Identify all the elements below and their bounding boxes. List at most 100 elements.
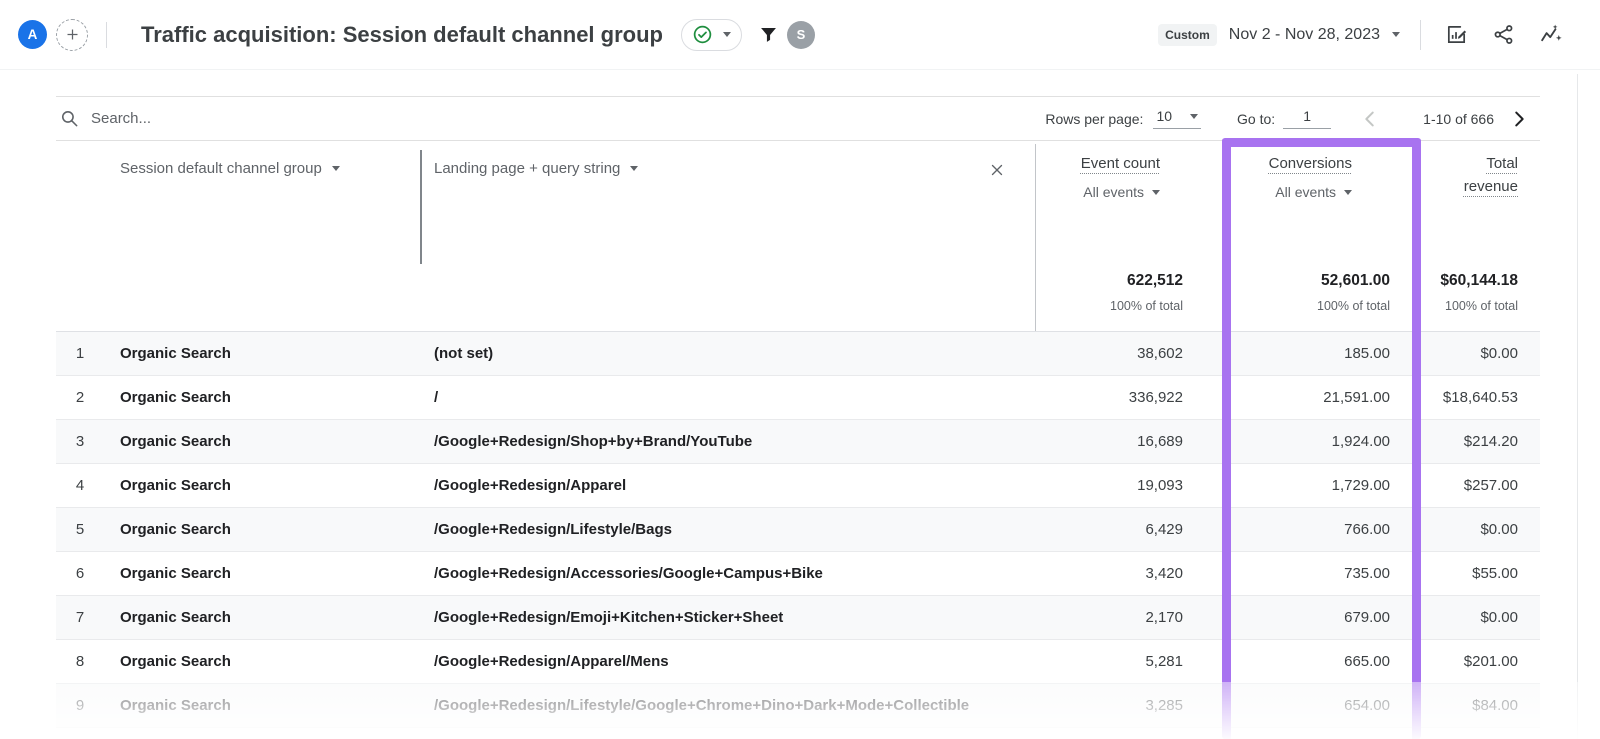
- totals-percent: 100% of total: [1110, 299, 1183, 313]
- rows-per-page-label: Rows per page:: [1045, 111, 1143, 127]
- channel-group-cell: Organic Search: [120, 552, 231, 595]
- totals-event-count: 622,512 100% of total: [1110, 272, 1183, 313]
- totals-value: $60,144.18: [1440, 272, 1518, 290]
- totals-value: 52,601.00: [1321, 272, 1390, 290]
- channel-group-cell: Organic Search: [120, 684, 231, 727]
- row-index-cell: 3: [56, 420, 104, 463]
- event-count-cell: 3,420: [1145, 552, 1183, 595]
- share-report-button[interactable]: [1492, 23, 1515, 46]
- table-row: 7 Organic Search/Google+Redesign/Emoji+Ki…: [56, 596, 1540, 640]
- rows-per-page-select[interactable]: 10: [1153, 108, 1201, 129]
- row-index-cell: 1: [56, 332, 104, 375]
- date-range-selector[interactable]: Nov 2 - Nov 28, 2023: [1229, 26, 1380, 44]
- check-circle-icon: [692, 24, 713, 45]
- table-row: 9Organic Search/Google+Redesign/Lifestyl…: [56, 684, 1540, 728]
- conversions-cell: 1,924.00: [1332, 420, 1390, 463]
- metric-event-filter-label: All events: [1275, 184, 1336, 200]
- landing-page-cell: /Google+Redesign/Lifestyle/Google+Chrome…: [434, 684, 969, 727]
- dimension-header-label: Session default channel group: [120, 160, 322, 177]
- table-body: 1Organic Search(not set)38,602185.00$0.0…: [56, 332, 1540, 728]
- table-row: 2Organic Search/336,92221,591.00$18,640.…: [56, 376, 1540, 420]
- metric-header-conversions[interactable]: Conversions All events: [1269, 152, 1352, 200]
- dimension-header-channel-group[interactable]: Session default channel group: [120, 160, 340, 177]
- go-to-label: Go to:: [1237, 111, 1275, 127]
- search-icon: [60, 109, 79, 128]
- channel-group-cell: Organic Search: [120, 596, 231, 639]
- go-to-page-input[interactable]: [1283, 108, 1331, 129]
- row-index-cell: 2: [56, 376, 104, 419]
- metric-title: Event count: [1081, 152, 1160, 175]
- search-box[interactable]: [60, 109, 371, 128]
- total-revenue-cell: $257.00: [1464, 464, 1518, 507]
- remove-dimension-button[interactable]: [988, 161, 1006, 179]
- event-count-cell: 2,170: [1145, 596, 1183, 639]
- event-count-cell: 6,429: [1145, 508, 1183, 551]
- dimension-header-label: Landing page + query string: [434, 160, 620, 177]
- pagination-controls: Rows per page: 10 Go to: 1-10 of 666: [1045, 108, 1530, 130]
- chevron-down-icon: [332, 166, 340, 171]
- table-row: 8Organic Search/Google+Redesign/Apparel/…: [56, 640, 1540, 684]
- date-range-type-badge: Custom: [1158, 24, 1217, 46]
- landing-page-cell: /: [434, 376, 438, 419]
- landing-page-cell: /Google+Redesign/Emoji+Kitchen+Sticker+S…: [434, 596, 783, 639]
- conversions-cell: 735.00: [1344, 552, 1390, 595]
- customize-report-icon: [1445, 23, 1468, 46]
- totals-total-revenue: $60,144.18 100% of total: [1440, 272, 1518, 313]
- table-toolbar: Rows per page: 10 Go to: 1-10 of 666: [56, 96, 1540, 141]
- landing-page-cell: (not set): [434, 332, 493, 375]
- metric-event-filter[interactable]: All events: [1083, 184, 1160, 200]
- conversions-cell: 766.00: [1344, 508, 1390, 551]
- pagination-range: 1-10 of 666: [1423, 111, 1494, 127]
- total-revenue-cell: $55.00: [1472, 552, 1518, 595]
- metric-event-filter-label: All events: [1083, 184, 1144, 200]
- collaborator-avatar[interactable]: S: [787, 21, 815, 49]
- chevron-down-icon: [1344, 190, 1352, 195]
- conversions-cell: 185.00: [1344, 332, 1390, 375]
- table-row: 3 Organic Search/Google+Redesign/Shop+by+…: [56, 420, 1540, 464]
- total-revenue-cell: $214.20: [1464, 420, 1518, 463]
- dimension-header-landing-page[interactable]: Landing page + query string: [434, 160, 638, 177]
- search-input[interactable]: [91, 110, 371, 127]
- account-avatar[interactable]: A: [18, 20, 47, 49]
- report-status-pill[interactable]: [681, 19, 742, 51]
- share-icon: [1492, 23, 1515, 46]
- row-index-cell: 4: [56, 464, 104, 507]
- insights-icon: [1539, 22, 1564, 47]
- row-index-cell: 6: [56, 552, 104, 595]
- metric-title: Total revenue: [1444, 152, 1518, 198]
- table-row: 1Organic Search(not set)38,602185.00$0.0…: [56, 332, 1540, 376]
- landing-page-cell: /Google+Redesign/Shop+by+Brand/YouTube: [434, 420, 752, 463]
- channel-group-cell: Organic Search: [120, 420, 231, 463]
- conversions-cell: 679.00: [1344, 596, 1390, 639]
- metric-event-filter[interactable]: All events: [1275, 184, 1352, 200]
- row-index-cell: 7: [56, 596, 104, 639]
- channel-group-cell: Organic Search: [120, 640, 231, 683]
- totals-percent: 100% of total: [1317, 299, 1390, 313]
- page-title: Traffic acquisition: Session default cha…: [141, 22, 663, 48]
- metric-title: Conversions: [1269, 152, 1352, 175]
- customize-report-button[interactable]: [1445, 23, 1468, 46]
- insights-button[interactable]: [1539, 22, 1564, 47]
- total-revenue-cell: $201.00: [1464, 640, 1518, 683]
- next-page-button[interactable]: [1508, 108, 1530, 130]
- chevron-right-icon: [1508, 108, 1530, 130]
- event-count-cell: 16,689: [1137, 420, 1183, 463]
- add-filter-button[interactable]: [758, 24, 779, 45]
- chevron-down-icon: [723, 32, 731, 37]
- conversions-cell: 665.00: [1344, 640, 1390, 683]
- landing-page-cell: /Google+Redesign/Apparel: [434, 464, 626, 507]
- conversions-cell: 654.00: [1344, 684, 1390, 727]
- metric-header-total-revenue[interactable]: Total revenue: [1444, 152, 1518, 198]
- chevron-down-icon: [1152, 190, 1160, 195]
- add-comparison-button[interactable]: [56, 19, 88, 51]
- event-count-cell: 3,285: [1145, 684, 1183, 727]
- chevron-left-icon: [1359, 108, 1381, 130]
- previous-page-button[interactable]: [1359, 108, 1381, 130]
- scrollbar-track[interactable]: [1577, 74, 1578, 739]
- totals-percent: 100% of total: [1445, 299, 1518, 313]
- chevron-down-icon: [630, 166, 638, 171]
- metric-header-event-count[interactable]: Event count All events: [1081, 152, 1160, 200]
- chevron-down-icon[interactable]: [1392, 32, 1400, 37]
- channel-group-cell: Organic Search: [120, 508, 231, 551]
- filter-funnel-icon: [758, 24, 779, 45]
